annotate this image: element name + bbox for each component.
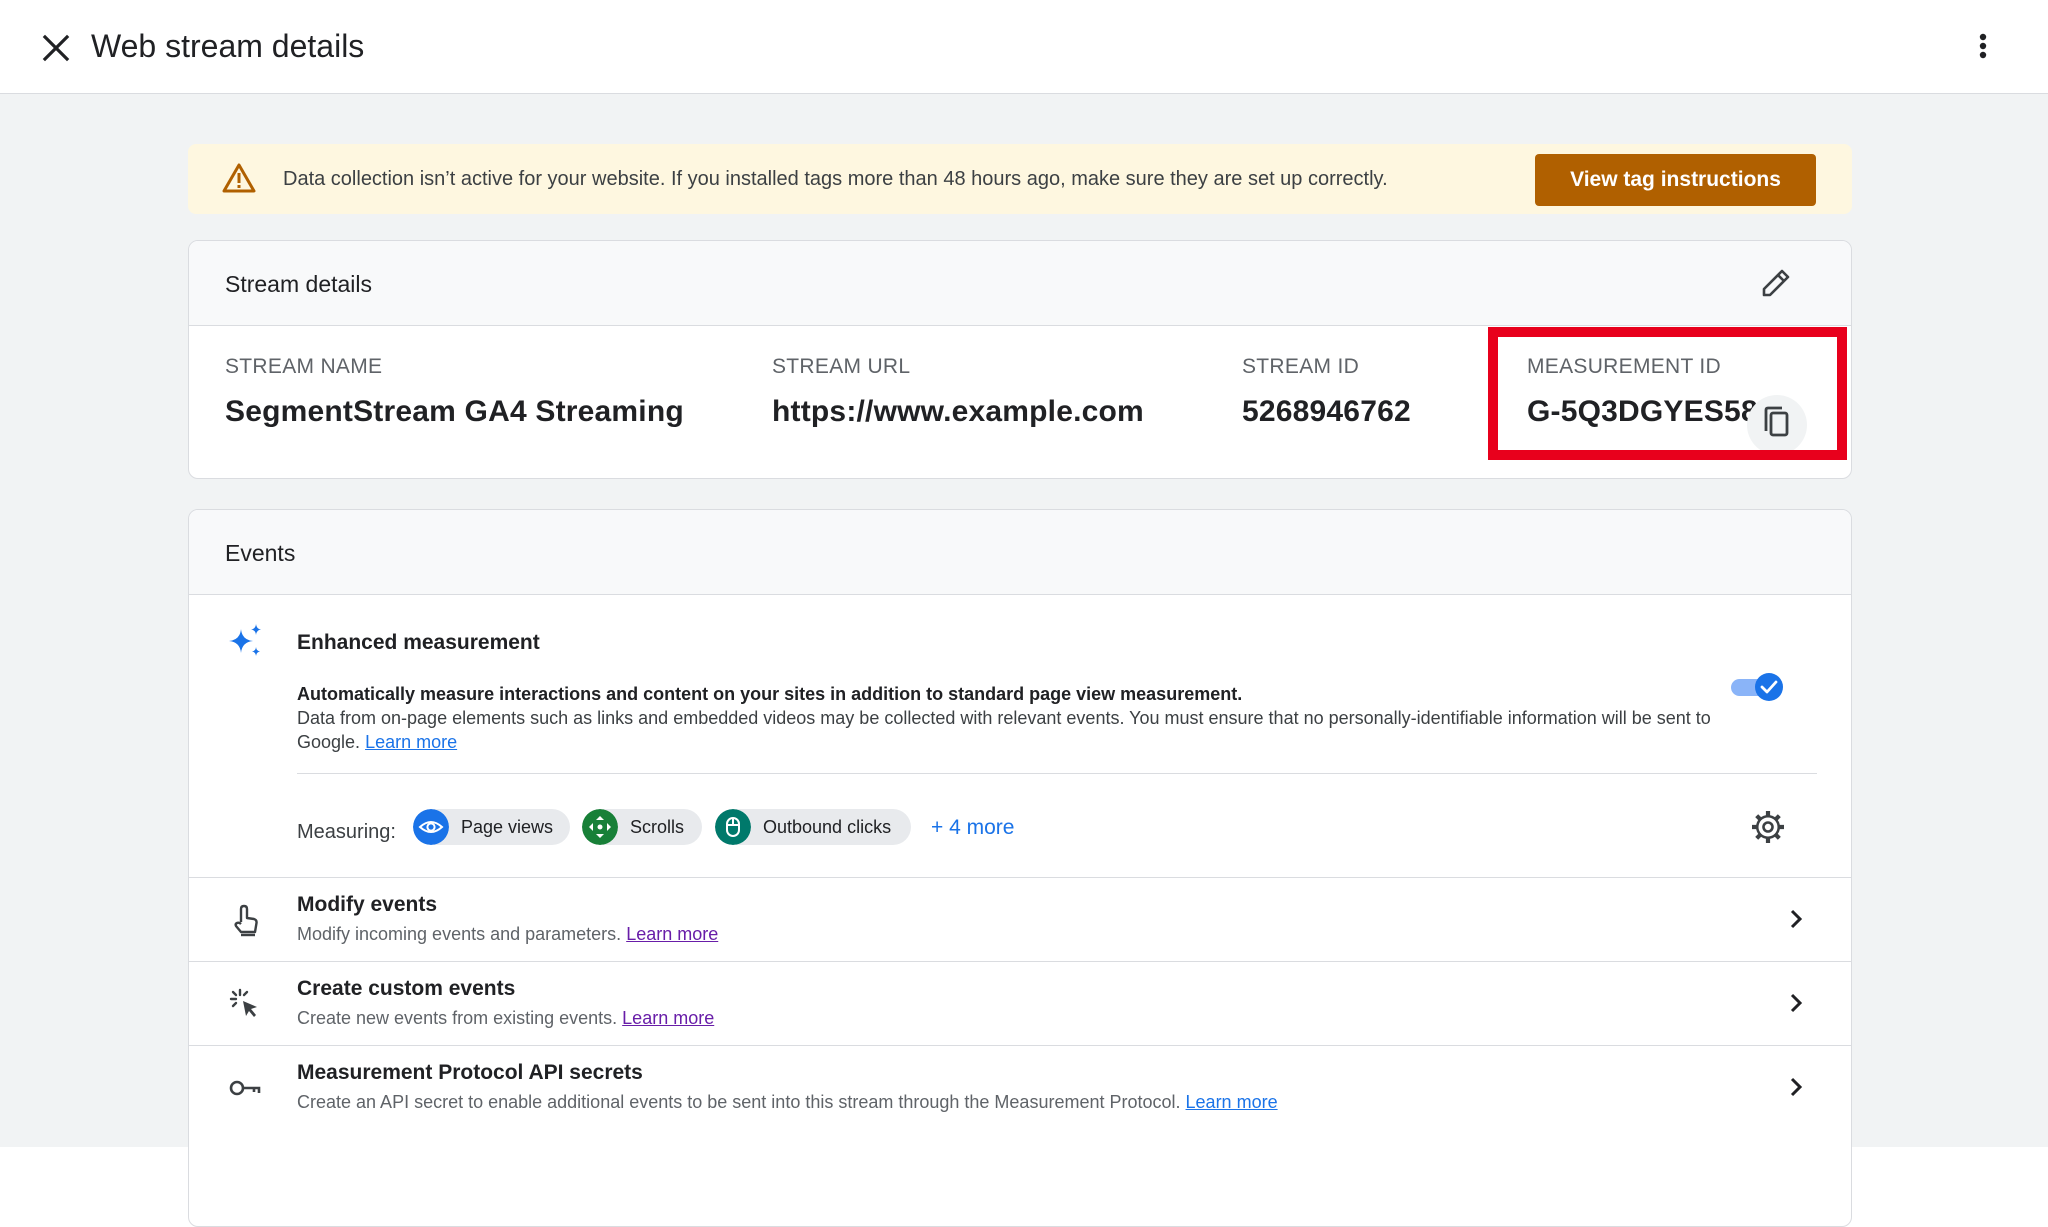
chevron-right-icon [1790,993,1803,1013]
warning-text: Data collection isn’t active for your we… [283,168,1388,190]
sparkle-icon [229,624,261,656]
stream-details-card: Stream details STREAM NAME SegmentStream… [188,240,1852,479]
chip-page-views[interactable]: Page views [413,809,570,845]
view-tag-instructions-button[interactable]: View tag instructions [1535,154,1816,206]
enhanced-measurement-desc-text: Data from on-page elements such as links… [297,708,1711,752]
enhanced-measurement-description: Automatically measure interactions and c… [297,682,1742,754]
stream-url-label: STREAM URL [772,355,911,378]
key-icon [229,1080,261,1096]
create-custom-events-row[interactable]: Create custom events Create new events f… [189,961,1851,1045]
measurement-id-value[interactable]: G-5Q3DGYES58 [1527,394,1758,430]
events-title: Events [225,540,296,566]
enhanced-measurement-toggle[interactable] [1729,669,1789,705]
mouse-icon [715,809,751,845]
enhanced-measurement-desc-bold: Automatically measure interactions and c… [297,684,1243,704]
enhanced-measurement-learn-more-link[interactable]: Learn more [365,732,457,752]
chip-outbound-clicks[interactable]: Outbound clicks [715,809,911,845]
eye-icon [413,809,449,845]
stream-name-label: STREAM NAME [225,355,383,378]
stream-details-header: Stream details [189,241,1851,326]
stream-name-value: SegmentStream GA4 Streaming [225,395,684,428]
chip-outbound-clicks-label: Outbound clicks [763,817,892,837]
more-measurements-link[interactable]: + 4 more [931,815,1014,841]
warning-icon [222,163,256,193]
data-collection-warning-banner: Data collection isn’t active for your we… [188,144,1852,214]
modify-events-description: Modify incoming events and parameters. [297,924,622,944]
measurement-protocol-secrets-row[interactable]: Measurement Protocol API secrets Create … [189,1045,1851,1129]
measuring-label: Measuring: [297,821,396,843]
create-custom-events-description: Create new events from existing events. [297,1008,618,1028]
copy-icon [1764,406,1789,437]
modify-events-title: Modify events [297,893,438,916]
stream-id-field: STREAM ID 5268946762 [1242,354,1411,430]
chevron-right-icon [1790,1077,1803,1097]
more-options-button[interactable] [1968,26,1998,66]
close-button[interactable] [36,28,76,68]
page-header: Web stream details [0,0,2048,94]
stream-id-value: 5268946762 [1242,395,1411,428]
measurement-id-label: MEASUREMENT ID [1527,355,1721,378]
enhanced-measurement-divider [297,773,1817,774]
enhanced-measurement-settings-button[interactable] [1749,808,1787,846]
events-card: Events Enhanced measurement Automaticall… [188,509,1852,1227]
events-header: Events [189,510,1851,595]
pencil-icon [1762,269,1790,297]
click-sparkle-icon [229,988,257,1017]
enhanced-measurement-title: Enhanced measurement [297,631,540,654]
modify-events-subtitle: Modify incoming events and parameters. L… [297,924,718,945]
stream-url-value: https://www.example.com [772,395,1144,428]
create-custom-events-learn-more-link[interactable]: Learn more [622,1008,714,1028]
gear-icon [1752,811,1784,843]
stream-name-field: STREAM NAME SegmentStream GA4 Streaming [225,354,684,430]
scroll-arrows-icon [582,809,618,845]
page-title: Web stream details [91,28,365,64]
chip-page-views-label: Page views [461,817,554,837]
create-custom-events-title: Create custom events [297,977,516,1000]
measurement-protocol-secrets-subtitle: Create an API secret to enable additiona… [297,1092,1278,1113]
chip-scrolls-label: Scrolls [630,817,685,837]
stream-details-title: Stream details [225,271,373,297]
measurement-protocol-learn-more-link[interactable]: Learn more [1186,1092,1278,1112]
modify-events-row[interactable]: Modify events Modify incoming events and… [189,877,1851,961]
modify-events-learn-more-link[interactable]: Learn more [626,924,718,944]
create-custom-events-subtitle: Create new events from existing events. … [297,1008,714,1029]
measurement-id-field: MEASUREMENT ID G-5Q3DGYES58 [1527,354,1758,430]
close-icon [42,34,70,62]
touch-icon [234,904,258,937]
main-content: Data collection isn’t active for your we… [0,94,2048,1227]
more-vert-icon [1979,33,1987,59]
measurement-protocol-secrets-description: Create an API secret to enable additiona… [297,1092,1181,1112]
measurement-protocol-secrets-title: Measurement Protocol API secrets [297,1061,643,1084]
chip-scrolls[interactable]: Scrolls [582,809,702,845]
enhanced-measurement-section: Enhanced measurement Automatically measu… [189,595,1851,877]
chevron-right-icon [1790,909,1803,929]
toggle-on-icon [1731,673,1783,701]
edit-stream-button[interactable] [1756,263,1796,303]
stream-id-label: STREAM ID [1242,355,1360,378]
copy-measurement-id-button[interactable] [1747,395,1807,455]
stream-url-field: STREAM URL https://www.example.com [772,354,1144,430]
